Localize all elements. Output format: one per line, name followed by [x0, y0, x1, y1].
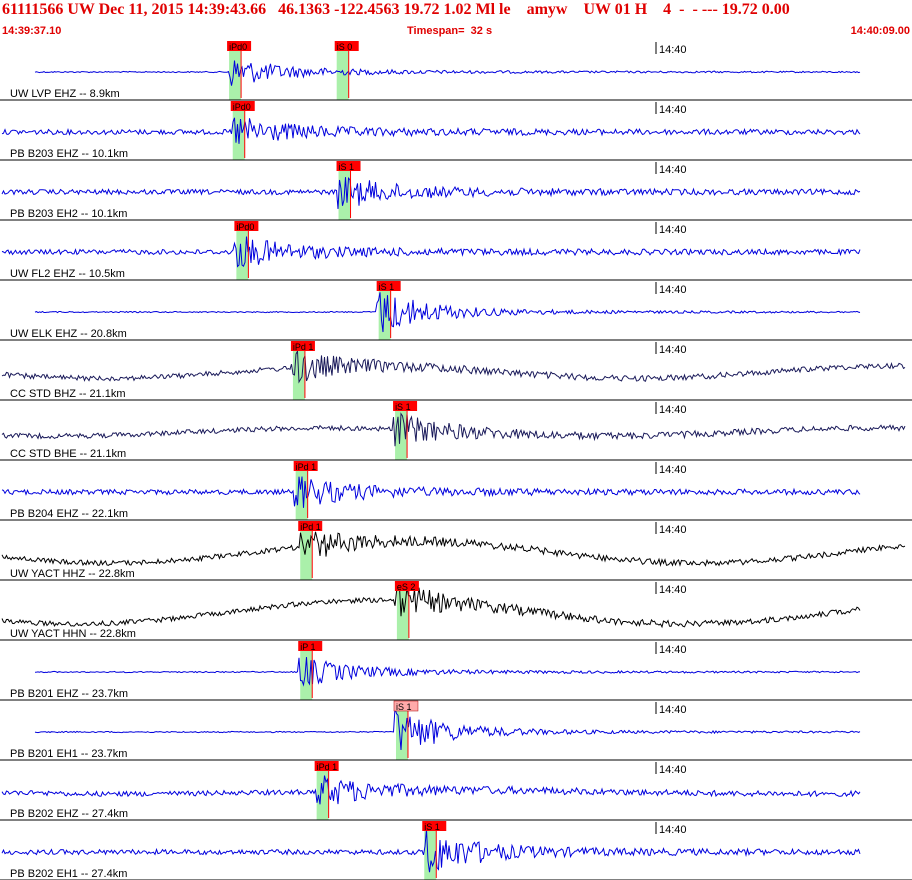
- station-label: PB B203 EH2 -- 10.1km: [10, 208, 127, 220]
- station-label: UW ELK EHZ -- 20.8km: [10, 328, 127, 340]
- station-label: CC STD BHE -- 21.1km: [10, 448, 126, 460]
- time-tick-label: 14:40: [659, 284, 687, 296]
- waveform: [1, 775, 861, 805]
- time-tick-label: 14:40: [659, 224, 687, 236]
- trace-row[interactable]: 14:40 iS 1 CC STD BHE -- 21.1km: [0, 401, 912, 461]
- waveform: [1, 117, 861, 144]
- time-tick-label: 14:40: [659, 164, 687, 176]
- trace-row[interactable]: 14:40 iP 1 PB B201 EHZ -- 23.7km: [0, 641, 912, 701]
- time-tick-label: 14:40: [659, 44, 687, 56]
- pick-label: iPd 1: [300, 522, 321, 532]
- pick-label: iS 0: [337, 42, 353, 52]
- time-tick-label: 14:40: [659, 464, 687, 476]
- station-label: UW FL2 EHZ -- 10.5km: [10, 268, 125, 280]
- trace-row[interactable]: 14:40 iPd 1 PB B202 EHZ -- 27.4km: [0, 761, 912, 821]
- time-tick-label: 14:40: [659, 524, 687, 536]
- pick-label: iPd0: [229, 42, 247, 52]
- time-tick-label: 14:40: [659, 404, 687, 416]
- station-label: PB B201 EH1 -- 23.7km: [10, 748, 127, 760]
- pick-label: iP 1: [300, 642, 315, 652]
- pick-label: iPd 1: [317, 762, 338, 772]
- pick-label: iPd 1: [293, 342, 314, 352]
- station-label: UW YACT HHZ -- 22.8km: [10, 568, 135, 580]
- event-header: 61111566 UW Dec 11, 2015 14:39:43.66 46.…: [0, 0, 912, 40]
- station-label: UW YACT HHN -- 22.8km: [10, 628, 136, 640]
- waveform: [1, 177, 861, 209]
- trace-row[interactable]: 14:40 iPd0 PB B203 EHZ -- 10.1km: [0, 101, 912, 161]
- waveform: [34, 708, 861, 751]
- waveform: [1, 412, 906, 447]
- trace-row[interactable]: 14:40 iPd 1 CC STD BHZ -- 21.1km: [0, 341, 912, 401]
- time-start-label: 14:39:37.10: [2, 25, 62, 37]
- time-tick-label: 14:40: [659, 104, 687, 116]
- trace-row[interactable]: 14:40 iPd0 UW FL2 EHZ -- 10.5km: [0, 221, 912, 281]
- pick-label: iS 1: [424, 822, 440, 832]
- waveform: [1, 531, 906, 568]
- pick-label: iS 1: [396, 702, 412, 712]
- station-label: PB B203 EHZ -- 10.1km: [10, 148, 128, 160]
- trace-row[interactable]: 14:40 iPd 1 UW YACT HHZ -- 22.8km: [0, 521, 912, 581]
- trace-row[interactable]: 14:40 iS 1 PB B201 EH1 -- 23.7km: [0, 700, 912, 761]
- pick-label: eS 2: [397, 582, 416, 592]
- pick-label: iS 1: [379, 282, 395, 292]
- waveform: [1, 236, 861, 268]
- trace-row[interactable]: 14:40 iS 1 PB B202 EH1 -- 27.4km: [0, 821, 912, 880]
- station-label: PB B202 EHZ -- 27.4km: [10, 808, 128, 820]
- time-tick-label: 14:40: [659, 764, 687, 776]
- time-end-label: 14:40:09.00: [850, 25, 910, 37]
- event-title: 61111566 UW Dec 11, 2015 14:39:43.66 46.…: [2, 1, 790, 18]
- time-tick-label: 14:40: [659, 644, 687, 656]
- waveform: [1, 582, 861, 629]
- pick-label: iS 1: [339, 162, 355, 172]
- timespan-label: Timespan= 32 s: [407, 25, 493, 37]
- station-label: UW LVP EHZ -- 8.9km: [10, 88, 120, 100]
- pick-label: iPd0: [236, 222, 254, 232]
- trace-row[interactable]: 14:40 iPd0 iS 0 UW LVP EHZ -- 8.9km: [0, 41, 912, 101]
- trace-row[interactable]: 14:40 iS 1 UW ELK EHZ -- 20.8km: [0, 281, 912, 341]
- time-tick-label: 14:40: [659, 704, 687, 716]
- waveform: [1, 476, 861, 508]
- trace-row[interactable]: 14:40 eS 2 UW YACT HHN -- 22.8km: [0, 581, 912, 641]
- pick-label: iPd0: [233, 102, 251, 112]
- trace-row[interactable]: 14:40 iS 1 PB B203 EH2 -- 10.1km: [0, 161, 912, 221]
- station-label: PB B201 EHZ -- 23.7km: [10, 688, 128, 700]
- station-label: PB B202 EH1 -- 27.4km: [10, 868, 127, 880]
- trace-row[interactable]: 14:40 iPd 1 PB B204 EHZ -- 22.1km: [0, 461, 912, 521]
- waveform: [34, 292, 861, 333]
- station-label: PB B204 EHZ -- 22.1km: [10, 508, 128, 520]
- time-tick-label: 14:40: [659, 584, 687, 596]
- pick-label: iS 1: [395, 402, 411, 412]
- pick-label: iPd 1: [296, 462, 317, 472]
- waveform: [34, 657, 861, 687]
- station-label: CC STD BHZ -- 21.1km: [10, 388, 126, 400]
- waveform: [34, 60, 861, 86]
- waveform: [1, 349, 906, 384]
- seismogram-panel[interactable]: 14:40 iPd0 iS 0 UW LVP EHZ -- 8.9km 14:40 iPd…: [0, 40, 912, 880]
- time-tick-label: 14:40: [659, 344, 687, 356]
- time-tick-label: 14:40: [659, 824, 687, 836]
